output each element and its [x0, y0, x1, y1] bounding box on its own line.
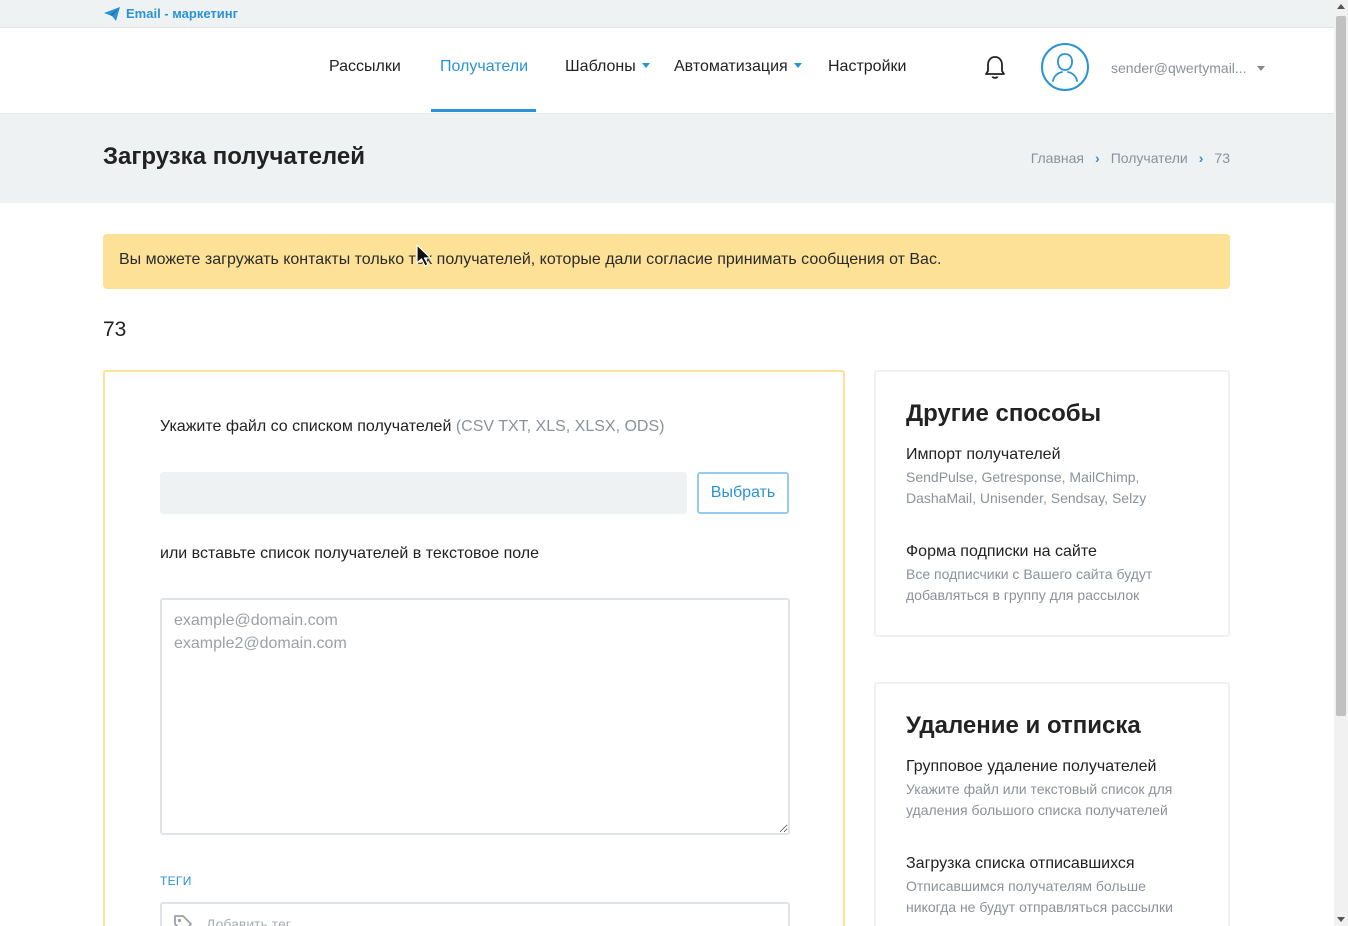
- nav-item-templates[interactable]: Шаблоны: [565, 58, 650, 76]
- consent-alert: Вы можете загружать контакты только тех …: [103, 234, 1230, 289]
- tags-field[interactable]: [160, 902, 790, 926]
- paste-label: или вставьте список получателей в тексто…: [160, 545, 540, 562]
- nav-item-label: Рассылки: [329, 58, 401, 75]
- removal-card: Удаление и отписка Групповое удаление по…: [874, 682, 1230, 926]
- upload-card: Укажите файл со списком получателей (CSV…: [103, 370, 845, 926]
- user-email: sender@qwertymail...: [1111, 60, 1247, 76]
- chevron-right-icon: ›: [1095, 150, 1100, 166]
- nav-item-label: Автоматизация: [674, 58, 788, 75]
- nav-item-recipients[interactable]: Получатели: [440, 58, 528, 76]
- top-strip: Email - маркетинг: [0, 0, 1334, 28]
- scroll-up-arrow-icon[interactable]: [1337, 4, 1345, 9]
- chevron-right-icon: ›: [1198, 150, 1204, 166]
- tags-label: ТЕГИ: [160, 874, 192, 888]
- paper-plane-icon: [104, 6, 120, 21]
- user-icon: [1052, 53, 1078, 82]
- brand-link[interactable]: Email - маркетинг: [104, 6, 238, 21]
- tag-icon: [174, 915, 192, 926]
- recipients-textarea[interactable]: [160, 598, 790, 835]
- side-item-title: Групповое удаление получателей: [906, 758, 1157, 775]
- side-item-title: Загрузка списка отписавшихся: [906, 855, 1135, 872]
- avatar[interactable]: [1041, 43, 1089, 91]
- nav-item-automation[interactable]: Автоматизация: [674, 58, 802, 76]
- other-methods-card: Другие способы Импорт получателей SendPu…: [874, 370, 1230, 637]
- mouse-cursor-icon: [416, 244, 432, 267]
- nav-item-label: Получатели: [440, 58, 529, 75]
- file-path-field[interactable]: [160, 472, 687, 514]
- file-formats: (CSV TXT, XLS, XLSX, ODS): [455, 418, 665, 435]
- breadcrumb-current: 73: [1214, 150, 1230, 166]
- page-header: Загрузка получателей Главная › Получател…: [0, 114, 1334, 203]
- breadcrumb-recipients[interactable]: Получатели: [1111, 150, 1188, 166]
- main-navbar: Рассылки Получатели Шаблоны Автоматизаци…: [0, 28, 1334, 114]
- nav-item-mailings[interactable]: Рассылки: [329, 58, 401, 76]
- breadcrumb-home[interactable]: Главная: [1031, 150, 1084, 166]
- brand-label: Email - маркетинг: [126, 6, 239, 21]
- chevron-down-icon: [793, 63, 802, 69]
- side-item-title: Форма подписки на сайте: [906, 543, 1097, 560]
- choose-file-button[interactable]: Выбрать: [697, 472, 789, 514]
- page-title: Загрузка получателей: [103, 143, 365, 170]
- list-id: 73: [103, 318, 127, 341]
- side-item-title: Импорт получателей: [906, 446, 1061, 463]
- user-menu[interactable]: sender@qwertymail...: [1111, 60, 1265, 76]
- bulk-delete-link[interactable]: Групповое удаление получателей Укажите ф…: [906, 758, 1198, 821]
- scroll-down-arrow-icon[interactable]: [1337, 917, 1345, 922]
- nav-item-label: Настройки: [828, 58, 907, 75]
- breadcrumb: Главная › Получатели › 73: [1031, 150, 1230, 166]
- page-scrollbar[interactable]: [1334, 0, 1348, 926]
- side-item-desc: Все подписчики с Вашего сайта будут доба…: [906, 566, 1153, 603]
- nav-item-label: Шаблоны: [565, 58, 636, 75]
- file-label: Укажите файл со списком получателей (CSV…: [160, 418, 664, 436]
- subscribe-form-link[interactable]: Форма подписки на сайте Все подписчики с…: [906, 543, 1198, 606]
- bell-icon[interactable]: [983, 55, 1007, 81]
- chevron-down-icon: [1256, 65, 1265, 71]
- side-item-desc: Укажите файл или текстовый список для уд…: [906, 781, 1173, 818]
- removal-title: Удаление и отписка: [906, 712, 1141, 739]
- unsubscribed-upload-link[interactable]: Загрузка списка отписавшихся Отписавшимс…: [906, 855, 1198, 918]
- other-methods-title: Другие способы: [906, 400, 1102, 427]
- nav-item-settings[interactable]: Настройки: [828, 58, 906, 76]
- import-recipients-link[interactable]: Импорт получателей SendPulse, Getrespons…: [906, 446, 1198, 509]
- side-item-desc: SendPulse, Getresponse, MailChimp, Dasha…: [906, 469, 1147, 506]
- chevron-down-icon: [641, 63, 650, 69]
- tags-input[interactable]: [206, 916, 706, 926]
- active-tab-indicator: [431, 109, 536, 112]
- alert-text: Вы можете загружать контакты только тех …: [119, 251, 942, 268]
- scroll-thumb[interactable]: [1336, 16, 1346, 716]
- side-item-desc: Отписавшимся получателям больше никогда …: [906, 878, 1173, 915]
- file-label-text: Укажите файл со списком получателей: [160, 418, 452, 435]
